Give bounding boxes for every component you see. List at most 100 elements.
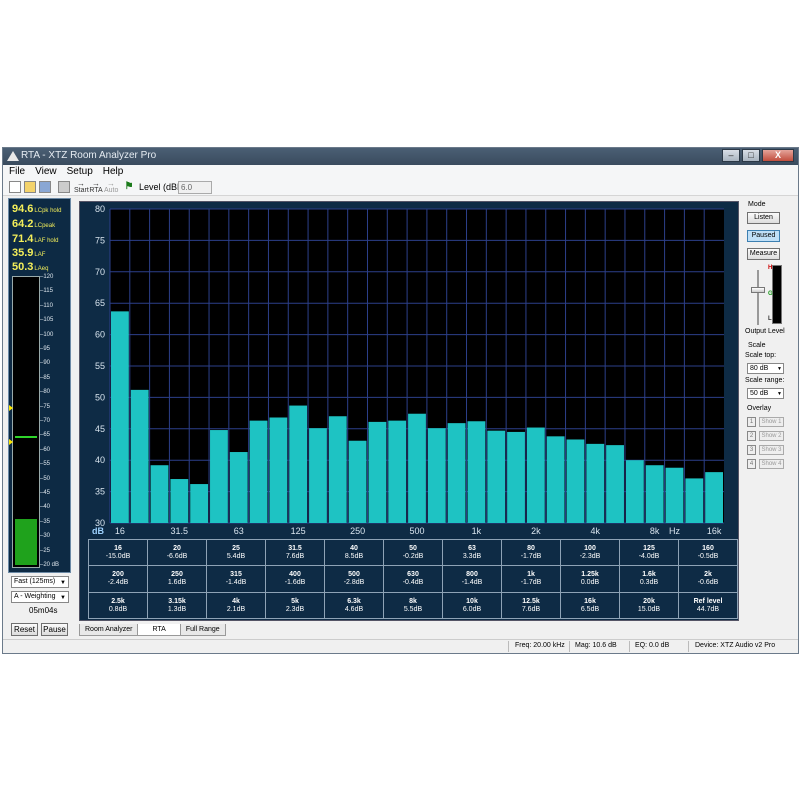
- band-cell: 20k 15.0dB: [619, 591, 679, 620]
- band-value: 6.0dB: [462, 605, 482, 613]
- meter-scale-label: –85: [40, 374, 51, 381]
- output-level-slider-track: [757, 270, 759, 325]
- menu-view[interactable]: View: [35, 165, 57, 179]
- band-cell: 1.6k 0.3dB: [619, 565, 679, 593]
- chevron-down-icon: ▼: [60, 580, 66, 586]
- scale-top-value: 80 dB: [750, 365, 769, 372]
- spectrum-bar: [368, 421, 387, 523]
- elapsed-time: 05m04s: [29, 606, 58, 615]
- band-cell: 2.5k 0.8dB: [88, 591, 148, 620]
- time-weighting-select[interactable]: Fast (125ms) ▼: [11, 576, 69, 588]
- band-value: 5.5dB: [403, 605, 423, 613]
- band-value: -4.0dB: [638, 553, 660, 561]
- status-eq: EQ: 0.0 dB: [635, 642, 670, 649]
- overlay-label: Overlay: [747, 405, 772, 412]
- band-frequency: 3.15k: [168, 597, 186, 605]
- print-icon[interactable]: [58, 181, 70, 193]
- y-axis-unit-label: dB: [92, 526, 104, 536]
- spectrum-bar: [210, 430, 228, 523]
- band-cell: 160 -0.5dB: [678, 538, 738, 567]
- save-icon[interactable]: [39, 181, 51, 193]
- band-frequency: 25: [232, 545, 240, 553]
- band-value: -2.4dB: [107, 579, 129, 587]
- band-frequency: 2.5k: [111, 597, 125, 605]
- spectrum-bar: [665, 467, 684, 523]
- output-level-slider[interactable]: [751, 287, 765, 293]
- start-button[interactable]: → Start: [74, 180, 89, 195]
- rta-button[interactable]: → RTA: [89, 180, 103, 195]
- band-value: 3.3dB: [462, 553, 482, 561]
- band-value: 0.0dB: [580, 579, 600, 587]
- status-divider: [508, 641, 509, 652]
- band-frequency: 250: [171, 571, 183, 579]
- band-value: 1.6dB: [167, 579, 187, 587]
- spectrum-bar: [190, 484, 209, 523]
- band-frequency: 630: [407, 571, 419, 579]
- band-cell: 20 -6.6dB: [147, 538, 207, 567]
- band-value: -1.6dB: [284, 579, 306, 587]
- tab-room-analyzer[interactable]: Room Analyzer: [79, 624, 139, 636]
- maximize-button[interactable]: □: [742, 149, 760, 162]
- band-frequency: 31.5: [288, 545, 302, 553]
- pause-button[interactable]: Pause: [41, 623, 68, 636]
- x-tick-label: 63: [234, 526, 244, 536]
- band-cell: 10k 6.0dB: [442, 591, 502, 620]
- scale-range-select[interactable]: 50 dB ▼: [747, 388, 784, 399]
- show-4-button[interactable]: Show 4: [759, 459, 784, 469]
- x-tick-label: 500: [409, 526, 424, 536]
- paused-button[interactable]: Paused: [747, 230, 780, 242]
- scale-top-select[interactable]: 80 dB ▼: [747, 363, 784, 374]
- auto-button[interactable]: → Auto: [104, 180, 118, 195]
- output-level-label: Output Level: [745, 328, 785, 335]
- menu-setup[interactable]: Setup: [67, 165, 93, 179]
- open-folder-icon[interactable]: [24, 181, 36, 193]
- band-cell: 2k -0.6dB: [678, 565, 738, 593]
- x-tick-label: 125: [291, 526, 306, 536]
- status-divider: [688, 641, 689, 652]
- y-tick-label: 65: [95, 298, 105, 308]
- band-cell: 50 -0.2dB: [383, 538, 443, 567]
- spectrum-bar: [111, 311, 129, 523]
- band-frequency: 63: [468, 545, 476, 553]
- meter-mark-low: L: [768, 316, 772, 322]
- overlay-number: 1: [747, 417, 756, 427]
- show-1-button[interactable]: Show 1: [759, 417, 784, 427]
- close-button[interactable]: X: [762, 149, 794, 162]
- band-value: 15.0dB: [637, 605, 661, 613]
- meter-scale-label: –25: [40, 547, 51, 554]
- readout-unit: LCpeak: [34, 223, 56, 229]
- band-value: 1.3dB: [167, 605, 187, 613]
- band-cell: 500 -2.8dB: [324, 565, 384, 593]
- menu-help[interactable]: Help: [103, 165, 124, 179]
- app-window: RTA - XTZ Room Analyzer Pro – □ X File V…: [2, 147, 799, 654]
- y-tick-label: 70: [95, 267, 105, 277]
- y-tick-label: 35: [95, 487, 105, 497]
- measure-button[interactable]: Measure: [747, 248, 780, 260]
- band-value: 2.3dB: [285, 605, 305, 613]
- meter-marker-arrow: [9, 404, 13, 411]
- new-file-icon[interactable]: [9, 181, 21, 193]
- spectrum-bar: [150, 465, 169, 523]
- tab-full-range[interactable]: Full Range: [179, 624, 226, 636]
- scale-top-label: Scale top:: [745, 352, 777, 359]
- band-cell: 250 1.6dB: [147, 565, 207, 593]
- minimize-button[interactable]: –: [722, 149, 740, 162]
- show-3-button[interactable]: Show 3: [759, 445, 784, 455]
- rta-chart[interactable]: 8075706560555045403530dB 16 31.5 63 125 250 50…: [80, 202, 740, 539]
- band-values-table: 16 -15.0dB 20 -6.6dB 25 5.4dB 31.5 7.6dB 40 8.5dB…: [88, 538, 738, 620]
- x-tick-label: 31.5: [171, 526, 189, 536]
- overlay-row-4: 4 Show 4: [747, 459, 784, 470]
- meter-scale-label: –110: [40, 302, 53, 309]
- band-cell: 8k 5.5dB: [383, 591, 443, 620]
- show-2-button[interactable]: Show 2: [759, 431, 784, 441]
- level-input[interactable]: 6.0: [178, 181, 212, 194]
- x-tick-label: 8k: [650, 526, 660, 536]
- readout-unit: LAF hold: [34, 238, 59, 244]
- meter-scale-label: –115: [40, 288, 53, 295]
- listen-button[interactable]: Listen: [747, 212, 780, 224]
- tab-rta[interactable]: RTA: [137, 624, 181, 636]
- frequency-weighting-select[interactable]: A - Weighting ▼: [11, 591, 69, 603]
- reset-button[interactable]: Reset: [11, 623, 38, 636]
- menu-file[interactable]: File: [9, 165, 25, 179]
- band-cell: 1.25k 0.0dB: [560, 565, 620, 593]
